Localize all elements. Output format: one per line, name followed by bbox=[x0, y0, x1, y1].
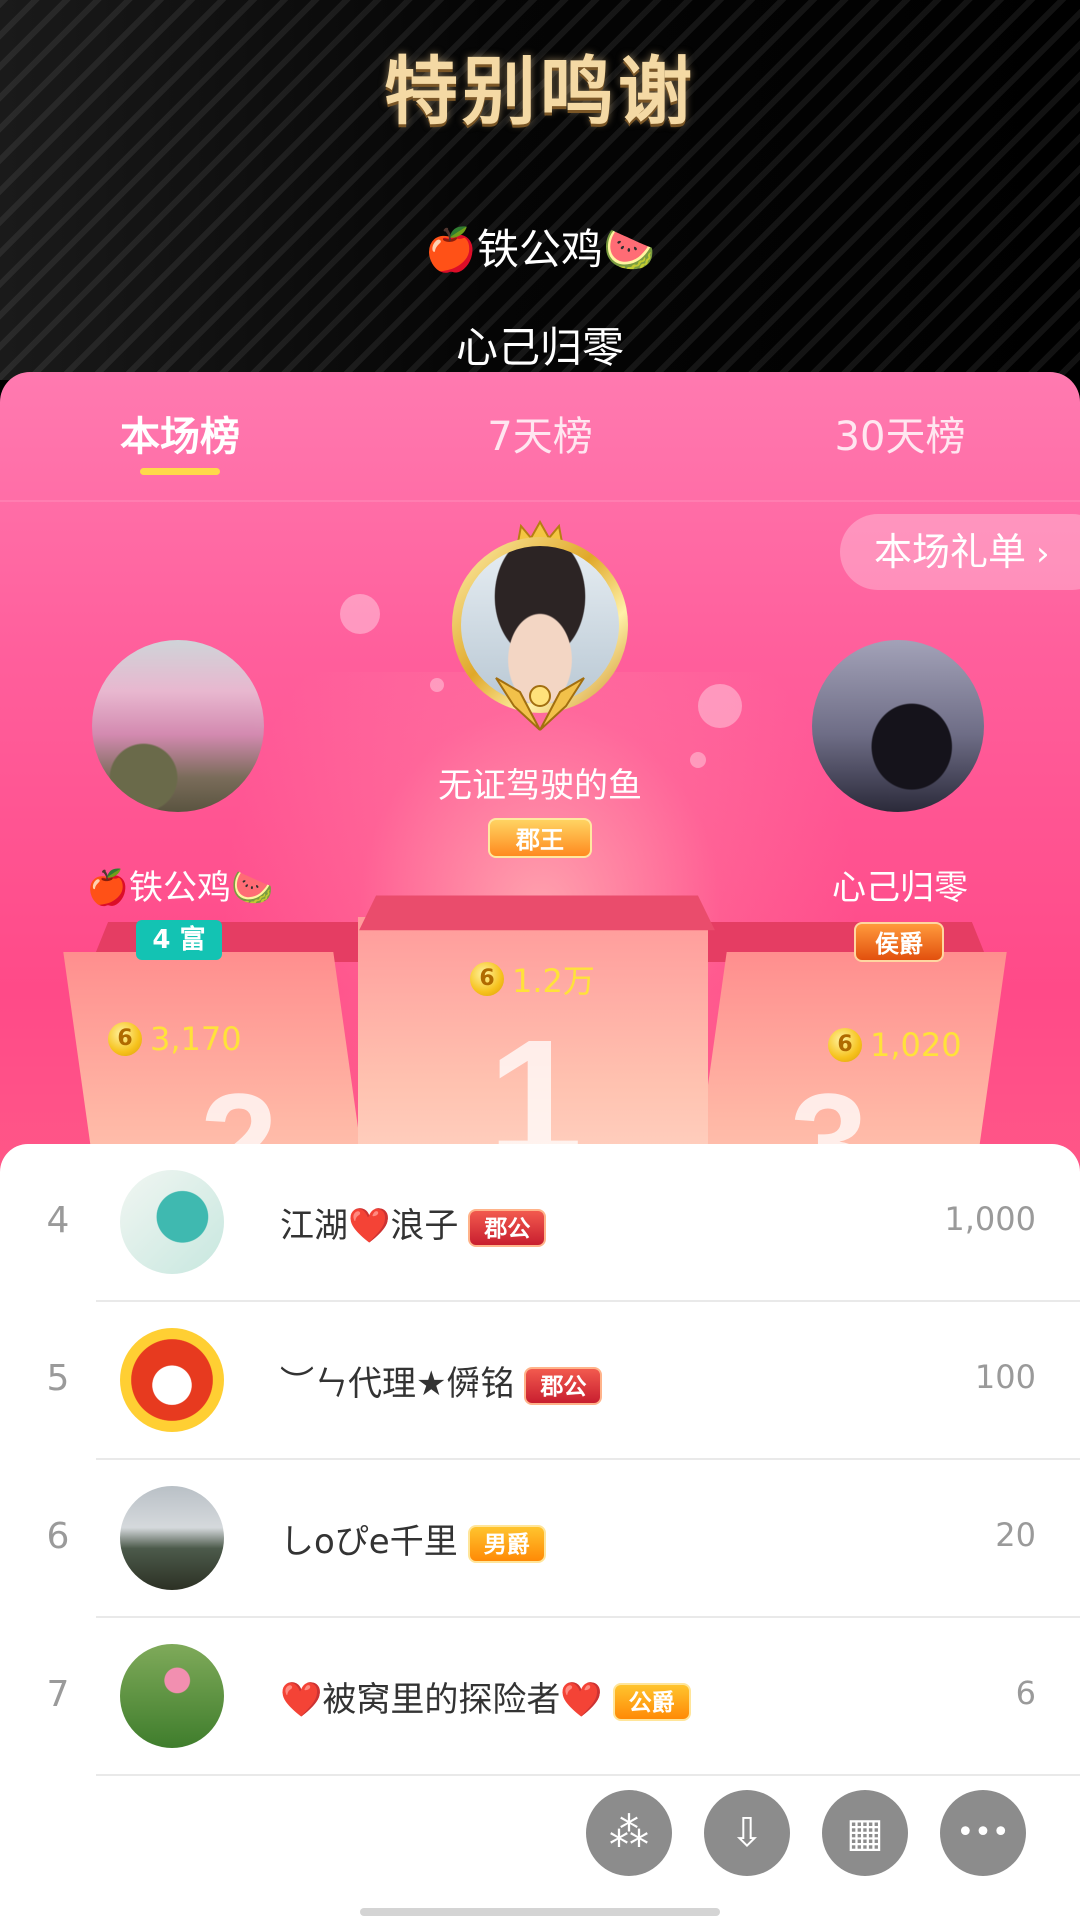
score-value: 6 bbox=[1015, 1674, 1036, 1712]
rank-number: 6 bbox=[46, 1516, 70, 1557]
gift-list-button[interactable]: 本场礼单 › bbox=[840, 514, 1080, 590]
avatar[interactable] bbox=[120, 1328, 224, 1432]
score-value: 100 bbox=[974, 1358, 1036, 1396]
rank-title-badge: 郡公 bbox=[468, 1208, 547, 1247]
tab-30-days[interactable]: 30天榜 bbox=[770, 404, 1030, 462]
first-place-name: 无证驾驶的鱼 bbox=[438, 766, 642, 806]
grid-icon[interactable]: ▦ bbox=[822, 1790, 908, 1876]
second-place-avatar[interactable] bbox=[92, 640, 264, 812]
score-value: 1,000 bbox=[944, 1200, 1036, 1238]
score-value: 3,170 bbox=[150, 1020, 242, 1058]
user-name-text: ❤️被窝里的探险者❤️ bbox=[280, 1680, 603, 1720]
wealth-level-badge: 4 富 bbox=[136, 920, 222, 960]
rank-title-badge: 侯爵 bbox=[854, 922, 944, 962]
tab-active-indicator bbox=[140, 468, 220, 475]
coin-icon: 6 bbox=[470, 962, 504, 996]
special-thanks-title: 特别鸣谢 bbox=[384, 49, 696, 135]
list-item[interactable]: 7 ❤️被窝里的探险者❤️ 公爵 6 bbox=[0, 1618, 1080, 1776]
chevron-right-icon: › bbox=[1036, 534, 1050, 574]
third-place-avatar[interactable] bbox=[812, 640, 984, 812]
tab-label: 30天榜 bbox=[834, 414, 966, 460]
gift-list-label: 本场礼单 bbox=[874, 530, 1027, 574]
download-icon[interactable]: ⇩ bbox=[704, 1790, 790, 1876]
user-name: ❤️被窝里的探险者❤️ 公爵 bbox=[280, 1672, 691, 1721]
coin-icon: 6 bbox=[828, 1028, 862, 1062]
tab-label: 本场榜 bbox=[120, 414, 240, 460]
rank-number: 7 bbox=[46, 1674, 70, 1715]
rank-title-badge: 郡公 bbox=[524, 1366, 603, 1405]
tab-label: 7天榜 bbox=[487, 414, 593, 460]
second-place-name: 🍎铁公鸡🍉 bbox=[86, 868, 274, 908]
avatar[interactable] bbox=[120, 1644, 224, 1748]
user-name: 江湖❤️浪子 郡公 bbox=[280, 1198, 547, 1247]
more-icon[interactable]: ••• bbox=[940, 1790, 1026, 1876]
sparkle-decoration bbox=[698, 684, 742, 728]
rank-title-badge: 公爵 bbox=[612, 1682, 691, 1721]
sparkle-decoration bbox=[430, 678, 444, 692]
avatar[interactable] bbox=[120, 1486, 224, 1590]
user-name: ︶ㄣ代理★僢铭 郡公 bbox=[280, 1356, 603, 1405]
list-item[interactable]: 5 ︶ㄣ代理★僢铭 郡公 100 bbox=[0, 1302, 1080, 1460]
tab-7-days[interactable]: 7天榜 bbox=[410, 404, 670, 462]
rank-number: 4 bbox=[46, 1200, 70, 1241]
ranking-tabs: 本场榜 7天榜 30天榜 bbox=[0, 372, 1080, 502]
list-item[interactable]: 4 江湖❤️浪子 郡公 1,000 bbox=[0, 1144, 1080, 1302]
score-value: 20 bbox=[995, 1516, 1036, 1554]
ranking-list: 4 江湖❤️浪子 郡公 1,000 5 ︶ㄣ代理★僢铭 郡公 100 6 しoぴe千… bbox=[0, 1144, 1080, 1920]
podium-top-first bbox=[359, 895, 715, 931]
user-name-text: 江湖❤️浪子 bbox=[280, 1206, 459, 1246]
coin-icon: 6 bbox=[108, 1022, 142, 1056]
first-place-score: 6 1.2万 bbox=[470, 956, 595, 1002]
user-name: しoぴe千里 男爵 bbox=[280, 1514, 546, 1563]
divider bbox=[96, 1774, 1080, 1776]
score-value: 1.2万 bbox=[512, 962, 595, 1000]
rank-number: 5 bbox=[46, 1358, 70, 1399]
special-thanks-banner: 特别鸣谢 🍎铁公鸡🍉 心己归零 bbox=[0, 0, 1080, 380]
thanks-name: 🍎铁公鸡🍉 bbox=[424, 225, 656, 274]
sparkle-decoration bbox=[340, 594, 380, 634]
pinwheel-icon[interactable]: ⁂ bbox=[586, 1790, 672, 1876]
third-place-name: 心己归零 bbox=[832, 868, 968, 908]
tab-this-session[interactable]: 本场榜 bbox=[50, 404, 310, 475]
wings-emblem-icon bbox=[495, 677, 585, 731]
third-place-score: 6 1,020 bbox=[828, 1024, 962, 1064]
second-place-score: 6 3,170 bbox=[108, 1018, 242, 1058]
score-value: 1,020 bbox=[870, 1026, 962, 1064]
user-name-text: ︶ㄣ代理★僢铭 bbox=[280, 1364, 515, 1404]
home-indicator bbox=[360, 1908, 720, 1916]
rank-title-badge: 男爵 bbox=[467, 1524, 546, 1563]
sparkle-decoration bbox=[690, 752, 706, 768]
thanks-name: 心己归零 bbox=[455, 323, 624, 372]
rank-title-badge: 郡王 bbox=[488, 818, 592, 858]
user-name-text: しoぴe千里 bbox=[280, 1522, 458, 1562]
avatar[interactable] bbox=[120, 1170, 224, 1274]
list-item[interactable]: 6 しoぴe千里 男爵 20 bbox=[0, 1460, 1080, 1618]
